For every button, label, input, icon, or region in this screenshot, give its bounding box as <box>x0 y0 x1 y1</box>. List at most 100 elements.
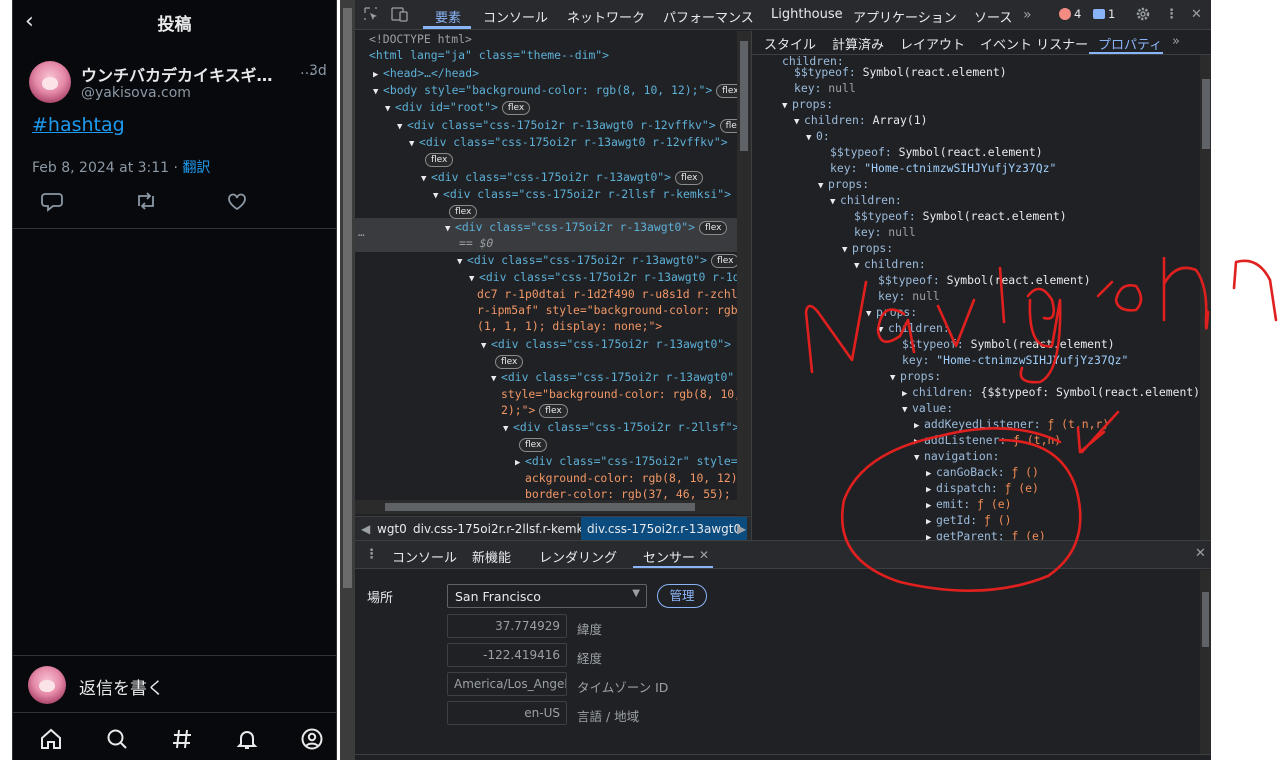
device-toggle-icon[interactable] <box>391 6 408 22</box>
flex-badge[interactable]: flex <box>699 220 728 235</box>
error-count[interactable]: 4 <box>1074 7 1081 21</box>
breadcrumb-item[interactable]: div.css-175oi2r.r-2llsf.r-kemksi <box>413 522 593 536</box>
page-scrollbar[interactable] <box>340 0 355 760</box>
user-name[interactable]: ウンチバカデカイキスギ… <box>81 62 291 86</box>
flex-badge[interactable]: flex <box>539 403 568 418</box>
manage-button[interactable]: 管理 <box>657 584 707 608</box>
translate-link[interactable]: 翻訳 <box>182 160 210 176</box>
tab-drawer-console[interactable]: コンソール <box>392 547 457 566</box>
tree-line[interactable]: ▶ <head>…</head> <box>373 66 479 83</box>
selected-tree-line[interactable]: ▼ <div class="css-175oi2r r-13awgt0"> flex <box>445 220 728 237</box>
more-tabs-icon[interactable]: » <box>1023 7 1032 23</box>
tab-performance[interactable]: パフォーマンス <box>663 7 754 26</box>
tab-event-listeners[interactable]: イベント リスナー <box>980 34 1088 53</box>
like-icon[interactable] <box>225 190 249 212</box>
tab-sensors[interactable]: センサー <box>643 547 695 566</box>
profile-icon[interactable] <box>300 727 324 751</box>
elements-tree[interactable]: … <!DOCTYPE html> <html lang="ja" class=… <box>355 31 751 515</box>
tab-sources[interactable]: ソース <box>974 7 1012 26</box>
tab-styles[interactable]: スタイル <box>764 34 816 53</box>
more-tabs-icon[interactable]: » <box>1172 34 1180 49</box>
prop-line[interactable]: key: null <box>854 224 916 240</box>
error-icon[interactable] <box>1059 8 1071 20</box>
tree-line[interactable]: ▼ <div class="css-175oi2r r-13awgt0 r-12v… <box>397 118 748 135</box>
flex-badge[interactable]: flex <box>449 204 478 219</box>
message-count[interactable]: 1 <box>1108 7 1115 21</box>
tree-line[interactable]: ▼ <div class="css-175oi2r r-13awgt0"> flex <box>421 170 704 187</box>
locale-input[interactable]: en-US <box>447 701 567 725</box>
prop-line[interactable]: key: null <box>878 288 940 304</box>
breadcrumb-item-current[interactable]: div.css-175oi2r.r-13awgt0 <box>581 517 748 540</box>
reply-input[interactable]: 返信を書く <box>79 674 164 699</box>
longitude-input[interactable]: -122.419416 <box>447 643 567 667</box>
flex-badge[interactable]: flex <box>495 354 524 369</box>
flex-badge[interactable]: flex <box>501 100 531 115</box>
tree-line[interactable]: <!DOCTYPE html> <box>369 32 472 47</box>
tree-line[interactable]: ▶ <div class="css-175oi2r" style=" <box>515 454 744 471</box>
flex-badge[interactable]: flex <box>711 253 740 268</box>
tab-layout[interactable]: レイアウト <box>900 34 965 53</box>
tree-line[interactable]: <html lang="ja" class="theme--dim"> <box>369 48 609 63</box>
drawer-menu-icon[interactable]: ⋮ <box>365 547 378 562</box>
tree-line[interactable]: ▼ <div class="css-175oi2r r-2llsf"> <box>503 420 739 437</box>
hashtag-link[interactable]: #hashtag <box>32 114 125 136</box>
tree-line[interactable]: ▼ <div class="css-175oi2r r-13awgt0" <box>491 370 734 387</box>
prop-line[interactable]: $$typeof: Symbol(react.element) <box>830 144 1043 160</box>
tree-line[interactable]: ▼ <div id="root"> flex <box>385 100 531 117</box>
flex-badge[interactable]: flex <box>675 170 704 185</box>
prop-line[interactable]: ▶ getParent: ƒ (e) <box>926 528 1046 540</box>
drawer-scrollbar[interactable] <box>1200 570 1211 754</box>
tab-elements[interactable]: 要素 <box>435 7 461 26</box>
location-select[interactable]: San Francisco ▼ <box>447 584 647 608</box>
close-drawer-icon[interactable]: ✕ <box>1195 546 1206 561</box>
tree-line-cont[interactable]: 2);"> flex <box>501 403 568 418</box>
tree-line-cont[interactable]: style="background-color: rgb(8, 10, <box>501 387 741 402</box>
flex-badge[interactable]: flex <box>519 437 548 452</box>
tab-lighthouse[interactable]: Lighthouse <box>771 7 843 22</box>
prop-line[interactable]: $$typeof: Symbol(react.element) <box>794 64 1007 80</box>
timezone-input[interactable]: America/Los_Angeles <box>447 672 567 696</box>
breadcrumb-left-icon[interactable]: ◀ <box>361 522 370 536</box>
prop-line[interactable]: $$typeof: Symbol(react.element) <box>854 208 1067 224</box>
bell-icon[interactable] <box>235 727 259 751</box>
tree-line[interactable]: ▼ <div class="css-175oi2r r-13awgt0 r-1d5… <box>469 270 751 287</box>
tree-line[interactable]: ▼ <div class="css-175oi2r r-13awgt0"> <box>481 337 731 354</box>
tree-line[interactable]: ▼ <div class="css-175oi2r r-13awgt0"> flex <box>457 253 740 270</box>
prop-line[interactable]: ▼ 0: <box>806 128 830 146</box>
prop-line[interactable]: $$typeof: Symbol(react.element) <box>878 272 1091 288</box>
prop-line[interactable]: key: "Home-ctnimzwSIHJYufjYz37Qz" <box>902 352 1128 368</box>
prop-line[interactable]: $$typeof: Symbol(react.element) <box>902 336 1115 352</box>
repost-icon[interactable] <box>134 190 158 212</box>
search-icon[interactable] <box>105 727 129 751</box>
prop-line[interactable]: key: null <box>794 80 856 96</box>
tab-application[interactable]: アプリケーション <box>853 7 957 26</box>
tree-line-cont[interactable]: r-ipm5af" style="background-color: rgb <box>477 303 738 318</box>
tree-line-cont[interactable]: ackground-color: rgb(8, 10, 12); <box>525 471 744 486</box>
hashtag-icon[interactable] <box>170 727 194 751</box>
home-icon[interactable] <box>39 727 63 751</box>
close-tab-icon[interactable]: ✕ <box>699 548 709 562</box>
elements-vscrollbar[interactable] <box>737 31 751 515</box>
avatar[interactable] <box>29 61 71 103</box>
tree-line-cont[interactable]: (1, 1, 1); display: none;"> <box>477 319 662 334</box>
breadcrumb-right-icon[interactable]: ▶ <box>737 522 746 536</box>
node-ellipsis-icon[interactable]: … <box>358 225 365 240</box>
user-handle[interactable]: @yakisova.com <box>81 85 191 101</box>
prop-line[interactable]: key: "Home-ctnimzwSIHJYufjYz37Qz" <box>830 160 1056 176</box>
close-icon[interactable]: ✕ <box>1191 7 1202 22</box>
reply-icon[interactable] <box>41 190 65 212</box>
inspect-icon[interactable] <box>363 6 379 22</box>
tree-line-cont[interactable]: dc7 r-1p0dtai r-1d2f490 r-u8s1d r-zchlnj <box>477 287 751 302</box>
breadcrumb-item[interactable]: wgt0 <box>377 522 407 536</box>
elements-hscrollbar[interactable] <box>355 500 751 514</box>
tab-console[interactable]: コンソール <box>483 7 548 26</box>
tree-line[interactable]: ▼ <div class="css-175oi2r r-2llsf r-kemks… <box>433 187 731 204</box>
tab-computed[interactable]: 計算済み <box>832 34 884 53</box>
tree-line[interactable]: ▼ <body style="background-color: rgb(8, 1… <box>373 83 745 100</box>
latitude-input[interactable]: 37.774929 <box>447 614 567 638</box>
message-icon[interactable] <box>1093 9 1105 19</box>
flex-badge[interactable]: flex <box>425 152 454 167</box>
tab-network[interactable]: ネットワーク <box>567 7 645 26</box>
tree-line[interactable]: ▼ <div class="css-175oi2r r-13awgt0 r-12v… <box>409 135 728 152</box>
tab-whats-new[interactable]: 新機能 <box>472 547 511 566</box>
